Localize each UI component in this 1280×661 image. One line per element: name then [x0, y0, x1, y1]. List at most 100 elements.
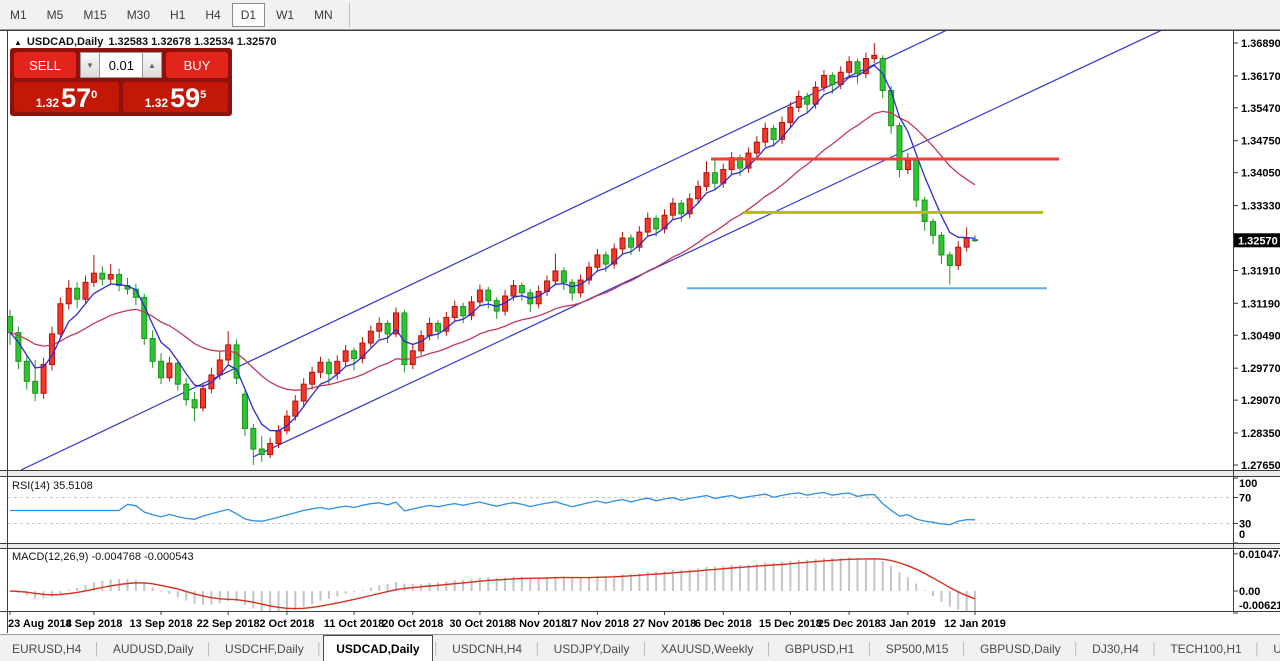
chart-tab-XAUUSD-Weekly[interactable]: XAUUSD,Weekly	[649, 635, 765, 661]
candle-body	[754, 142, 759, 153]
rsi-pane[interactable]	[8, 493, 1233, 525]
timeframe-button-H4[interactable]: H4	[196, 3, 229, 27]
volume-increase-button[interactable]: ▲	[142, 52, 162, 78]
candle-body	[771, 128, 776, 139]
date-axis-label: 20 Oct 2018	[382, 618, 443, 630]
chart-tab-DJ30-H4[interactable]: DJ30,H4	[1080, 635, 1151, 661]
candle-body	[914, 160, 919, 200]
sell-quote[interactable]: 1.32 57 0	[14, 82, 119, 112]
candle-body	[301, 384, 306, 401]
candle-body	[855, 62, 860, 74]
chart-tab-SP500-M15[interactable]: SP500,M15	[874, 635, 961, 661]
candle-body	[251, 428, 256, 449]
candle-body	[603, 255, 608, 264]
date-axis: 23 Aug 20184 Sep 201813 Sep 201822 Sep 2…	[8, 611, 1006, 630]
price-axis-label: 1.30490	[1241, 330, 1280, 342]
candle-body	[33, 381, 38, 393]
terminal-window: M1M5M15M30H1H4D1W1MN 1.368901.361701.354…	[0, 0, 1280, 661]
timeframe-button-M15[interactable]: M15	[74, 3, 115, 27]
sell-button[interactable]: SELL	[14, 52, 76, 78]
volume-stepper: ▼ 0.01 ▲	[80, 52, 162, 78]
chart-tab-UKOil-H1[interactable]: UKOil,H1	[1261, 635, 1280, 661]
volume-decrease-button[interactable]: ▼	[80, 52, 100, 78]
candle-body	[100, 273, 105, 279]
buy-quote-point: 5	[200, 82, 206, 108]
fast-ma-line[interactable]	[10, 65, 975, 431]
arrow-up-icon: ▲	[148, 61, 156, 70]
candle-body	[175, 363, 180, 384]
rsi-axis-label: 100	[1239, 478, 1257, 490]
price-axis-label: 1.31910	[1241, 265, 1280, 277]
candle-body	[973, 240, 978, 241]
macd-pane[interactable]	[10, 557, 975, 613]
candle-body	[905, 160, 910, 169]
candle-body	[58, 304, 63, 334]
date-axis-label: 15 Dec 2018	[759, 618, 822, 630]
collapse-arrow-icon[interactable]: ▲	[14, 38, 22, 47]
candle-body	[486, 290, 491, 301]
candle-body	[578, 280, 583, 293]
price-axis: 1.368901.361701.354701.347501.340501.333…	[1233, 38, 1280, 613]
buy-button[interactable]: BUY	[166, 52, 228, 78]
date-axis-label: 23 Aug 2018	[8, 618, 72, 630]
candle-body	[435, 323, 440, 331]
buy-quote[interactable]: 1.32 59 5	[123, 82, 228, 112]
splitter[interactable]	[0, 471, 1280, 476]
macd-axis-label: -0.006218	[1239, 600, 1280, 612]
timeframe-button-H1[interactable]: H1	[161, 3, 194, 27]
volume-field[interactable]: 0.01	[100, 52, 142, 78]
date-axis-label: 17 Nov 2018	[566, 618, 630, 630]
candle-body	[326, 362, 331, 373]
candle-body	[897, 126, 902, 170]
timeframe-button-W1[interactable]: W1	[267, 3, 303, 27]
macd-axis-label: 0.010474	[1239, 549, 1280, 561]
rsi-label: RSI(14) 35.5108	[12, 480, 93, 492]
candle-body	[167, 363, 172, 378]
chart-tab-GBPUSD-Daily[interactable]: GBPUSD,Daily	[968, 635, 1073, 661]
candle-body	[226, 345, 231, 360]
candle-body	[570, 282, 575, 293]
candle-body	[108, 275, 113, 280]
splitter[interactable]	[0, 544, 1280, 548]
date-axis-label: 2 Oct 2018	[259, 618, 314, 630]
chart-tab-USDJPY-Daily[interactable]: USDJPY,Daily	[542, 635, 642, 661]
timeframe-button-M5[interactable]: M5	[38, 3, 73, 27]
tab-separator: │	[866, 635, 874, 661]
tab-separator: │	[1073, 635, 1081, 661]
candle-body	[645, 218, 650, 232]
toolbar-separator	[349, 3, 350, 27]
date-axis-label: 13 Sep 2018	[130, 618, 193, 630]
price-axis-label: 1.27650	[1241, 460, 1280, 472]
candle-body	[352, 351, 357, 359]
macd-axis-label: 0.00	[1239, 586, 1260, 598]
candle-body	[368, 331, 373, 343]
candle-body	[947, 255, 952, 266]
chart-tab-USDCNH-H4[interactable]: USDCNH,H4	[440, 635, 534, 661]
candle-body	[91, 273, 96, 282]
timeframe-button-M1[interactable]: M1	[1, 3, 36, 27]
candle-body	[519, 286, 524, 293]
timeframe-button-D1[interactable]: D1	[232, 3, 265, 27]
candle-body	[712, 173, 717, 184]
chart-tab-USDCAD-Daily[interactable]: USDCAD,Daily	[323, 635, 432, 661]
price-axis-label: 1.34750	[1241, 136, 1280, 148]
candle-body	[427, 323, 432, 335]
candle-body	[343, 351, 348, 362]
chart-tab-AUDUSD-Daily[interactable]: AUDUSD,Daily	[101, 635, 206, 661]
candle-body	[83, 282, 88, 299]
timeframe-button-M30[interactable]: M30	[118, 3, 159, 27]
candle-body	[41, 365, 46, 394]
candle-body	[201, 389, 206, 408]
chart-tab-GBPUSD-H1[interactable]: GBPUSD,H1	[773, 635, 866, 661]
chart-tab-TECH100-H1[interactable]: TECH100,H1	[1158, 635, 1253, 661]
chart-tab-EURUSD-H4[interactable]: EURUSD,H4	[0, 635, 93, 661]
date-axis-label: 27 Nov 2018	[633, 618, 697, 630]
candle-body	[268, 444, 273, 455]
macd-signal-line[interactable]	[10, 559, 975, 609]
trendline[interactable]	[253, 30, 1162, 457]
tab-separator: │	[765, 635, 773, 661]
timeframe-button-MN[interactable]: MN	[305, 3, 342, 27]
candle-body	[922, 200, 927, 221]
price-axis-label: 1.33330	[1241, 201, 1280, 213]
chart-tab-USDCHF-Daily[interactable]: USDCHF,Daily	[213, 635, 316, 661]
